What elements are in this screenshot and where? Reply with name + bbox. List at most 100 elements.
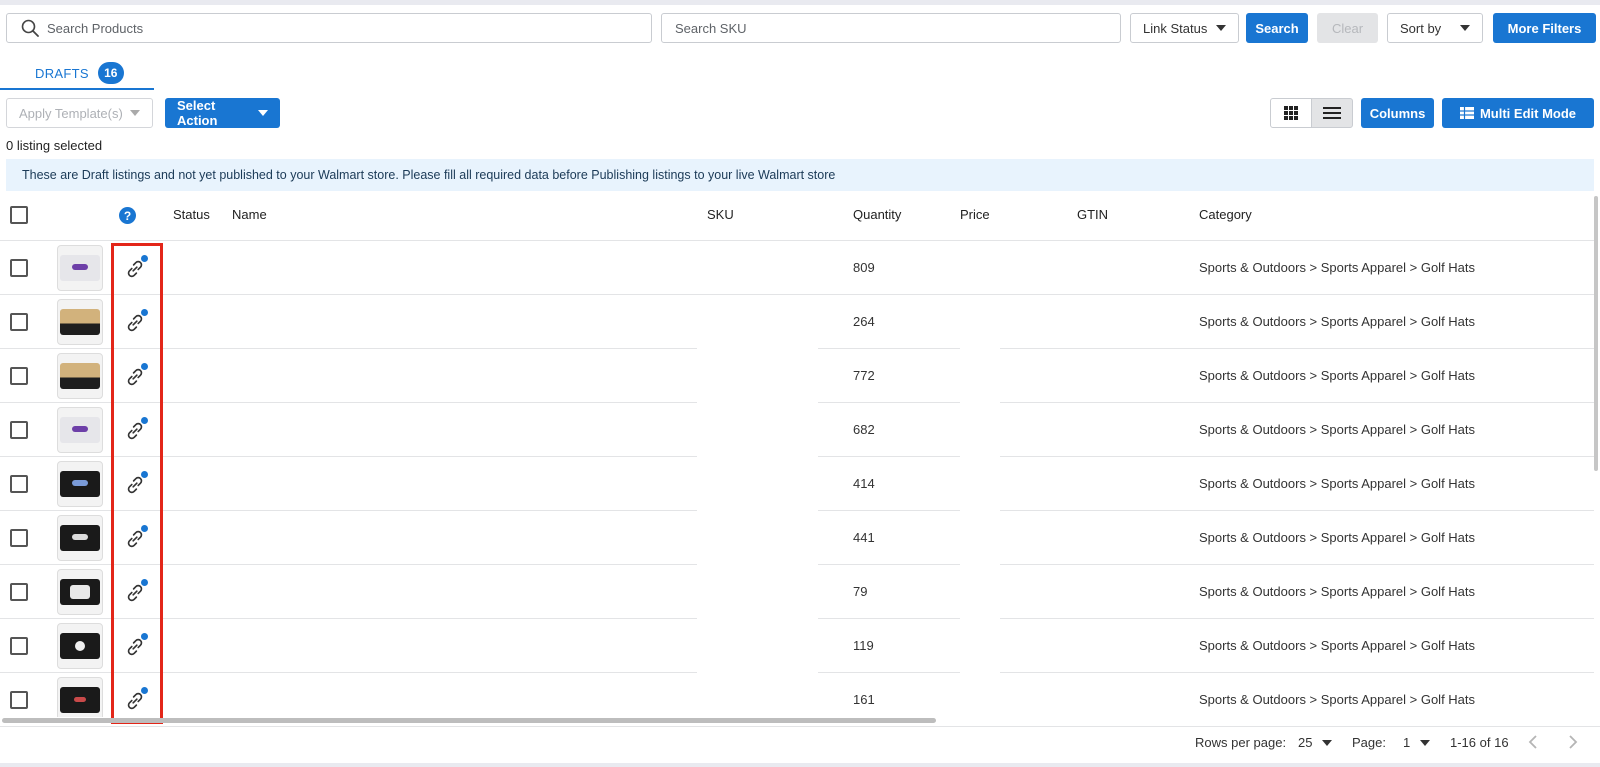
table-row[interactable]: 772 Sports & Outdoors > Sports Apparel >… <box>0 349 1594 403</box>
list-view-icon <box>1323 107 1341 119</box>
quantity-cell: 161 <box>853 692 875 707</box>
table-row[interactable]: 441 Sports & Outdoors > Sports Apparel >… <box>0 511 1594 565</box>
category-cell: Sports & Outdoors > Sports Apparel > Gol… <box>1199 476 1476 491</box>
row-checkbox[interactable] <box>10 421 28 439</box>
quantity-cell: 772 <box>853 368 875 383</box>
row-checkbox[interactable] <box>10 583 28 601</box>
search-sku-input[interactable]: Search SKU <box>661 13 1121 43</box>
rows-per-page-label: Rows per page: <box>1195 735 1287 750</box>
product-thumbnail[interactable] <box>57 623 103 669</box>
row-checkbox[interactable] <box>10 637 28 655</box>
table-row[interactable]: 79 Sports & Outdoors > Sports Apparel > … <box>0 565 1594 619</box>
product-thumbnail[interactable] <box>57 569 103 615</box>
list-view-toggle[interactable] <box>1311 98 1353 128</box>
product-thumbnail[interactable] <box>57 299 103 345</box>
tab-drafts[interactable]: DRAFTS 16 <box>0 58 154 90</box>
top-strip <box>0 0 1600 5</box>
row-checkbox[interactable] <box>10 529 28 547</box>
next-page-button[interactable] <box>1568 735 1578 749</box>
chevron-down-icon <box>258 110 268 116</box>
table-row[interactable]: 161 Sports & Outdoors > Sports Apparel >… <box>0 673 1594 717</box>
column-header-price[interactable]: Price <box>960 207 990 222</box>
clear-button[interactable]: Clear <box>1317 13 1378 43</box>
horizontal-scrollbar[interactable] <box>2 718 936 723</box>
link-status-label: Link Status <box>1143 20 1208 36</box>
page-range-text: 1-16 of 16 <box>1450 735 1509 750</box>
page-value: 1 <box>1403 735 1411 750</box>
search-products-input[interactable]: Search Products <box>6 13 652 43</box>
column-header-sku[interactable]: SKU <box>707 207 734 222</box>
select-action-button[interactable]: Select Action <box>165 98 280 128</box>
table-row[interactable]: 119 Sports & Outdoors > Sports Apparel >… <box>0 619 1594 673</box>
chevron-left-icon <box>1528 735 1537 749</box>
tab-drafts-count-badge: 16 <box>97 62 124 84</box>
quantity-cell: 809 <box>853 260 875 275</box>
page-select[interactable]: 1 <box>1403 735 1431 750</box>
table-row[interactable]: 682 Sports & Outdoors > Sports Apparel >… <box>0 403 1594 457</box>
row-checkbox[interactable] <box>10 691 28 709</box>
link-column-highlight <box>111 243 163 724</box>
product-thumbnail[interactable] <box>57 677 103 717</box>
column-header-status[interactable]: Status <box>173 207 210 222</box>
selected-count-text: 0 listing selected <box>6 138 103 153</box>
chevron-down-icon <box>1460 25 1470 31</box>
table-row[interactable]: 264 Sports & Outdoors > Sports Apparel >… <box>0 295 1594 349</box>
product-thumbnail[interactable] <box>57 407 103 453</box>
apply-template-dropdown[interactable]: Apply Template(s) <box>6 98 153 128</box>
category-cell: Sports & Outdoors > Sports Apparel > Gol… <box>1199 314 1476 329</box>
table-row[interactable]: 414 Sports & Outdoors > Sports Apparel >… <box>0 457 1594 511</box>
category-cell: Sports & Outdoors > Sports Apparel > Gol… <box>1199 530 1476 545</box>
columns-button[interactable]: Columns <box>1361 98 1434 128</box>
footer-divider <box>0 726 1600 727</box>
table-edit-icon <box>1459 107 1474 119</box>
prev-page-button[interactable] <box>1528 735 1538 749</box>
column-header-category[interactable]: Category <box>1199 207 1252 222</box>
rows-per-page-select[interactable]: 25 <box>1298 735 1333 750</box>
tab-drafts-label: DRAFTS <box>35 65 89 81</box>
quantity-cell: 79 <box>853 584 868 599</box>
draft-info-banner: These are Draft listings and not yet pub… <box>6 159 1594 191</box>
vertical-scrollbar[interactable] <box>1594 196 1598 471</box>
search-button[interactable]: Search <box>1246 13 1308 43</box>
more-filters-button[interactable]: More Filters <box>1493 13 1596 43</box>
column-header-gtin[interactable]: GTIN <box>1077 207 1108 222</box>
search-products-placeholder: Search Products <box>47 20 144 36</box>
table-row[interactable]: 809 Sports & Outdoors > Sports Apparel >… <box>0 241 1594 295</box>
category-cell: Sports & Outdoors > Sports Apparel > Gol… <box>1199 584 1476 599</box>
product-thumbnail[interactable] <box>57 353 103 399</box>
category-cell: Sports & Outdoors > Sports Apparel > Gol… <box>1199 368 1476 383</box>
column-header-name[interactable]: Name <box>232 207 267 222</box>
quantity-cell: 682 <box>853 422 875 437</box>
category-cell: Sports & Outdoors > Sports Apparel > Gol… <box>1199 692 1476 707</box>
select-action-label: Select Action <box>177 98 218 128</box>
banner-text: These are Draft listings and not yet pub… <box>22 168 836 182</box>
sort-by-dropdown[interactable]: Sort by <box>1387 13 1483 43</box>
search-icon <box>21 19 39 37</box>
row-checkbox[interactable] <box>10 259 28 277</box>
quantity-cell: 119 <box>853 638 874 653</box>
page-label: Page: <box>1352 735 1386 750</box>
rows-per-page-value: 25 <box>1298 735 1313 750</box>
help-icon[interactable]: ? <box>119 207 136 224</box>
multi-edit-mode-button[interactable]: Multi Edit Mode <box>1442 98 1594 128</box>
select-all-checkbox[interactable] <box>10 206 28 224</box>
chevron-down-icon <box>1420 739 1431 746</box>
sort-by-label: Sort by <box>1400 20 1442 36</box>
link-status-dropdown[interactable]: Link Status <box>1130 13 1239 43</box>
column-header-quantity[interactable]: Quantity <box>853 207 901 222</box>
category-cell: Sports & Outdoors > Sports Apparel > Gol… <box>1199 260 1476 275</box>
product-thumbnail[interactable] <box>57 461 103 507</box>
product-thumbnail[interactable] <box>57 245 103 291</box>
chevron-down-icon <box>1322 739 1333 746</box>
product-thumbnail[interactable] <box>57 515 103 561</box>
quantity-cell: 414 <box>853 476 875 491</box>
row-checkbox[interactable] <box>10 475 28 493</box>
bottom-strip <box>0 763 1600 767</box>
chevron-down-icon <box>1216 25 1226 31</box>
row-checkbox[interactable] <box>10 313 28 331</box>
row-checkbox[interactable] <box>10 367 28 385</box>
quantity-cell: 264 <box>853 314 875 329</box>
chevron-right-icon <box>1569 735 1578 749</box>
grid-view-toggle[interactable] <box>1270 98 1312 128</box>
chevron-down-icon <box>130 110 140 116</box>
